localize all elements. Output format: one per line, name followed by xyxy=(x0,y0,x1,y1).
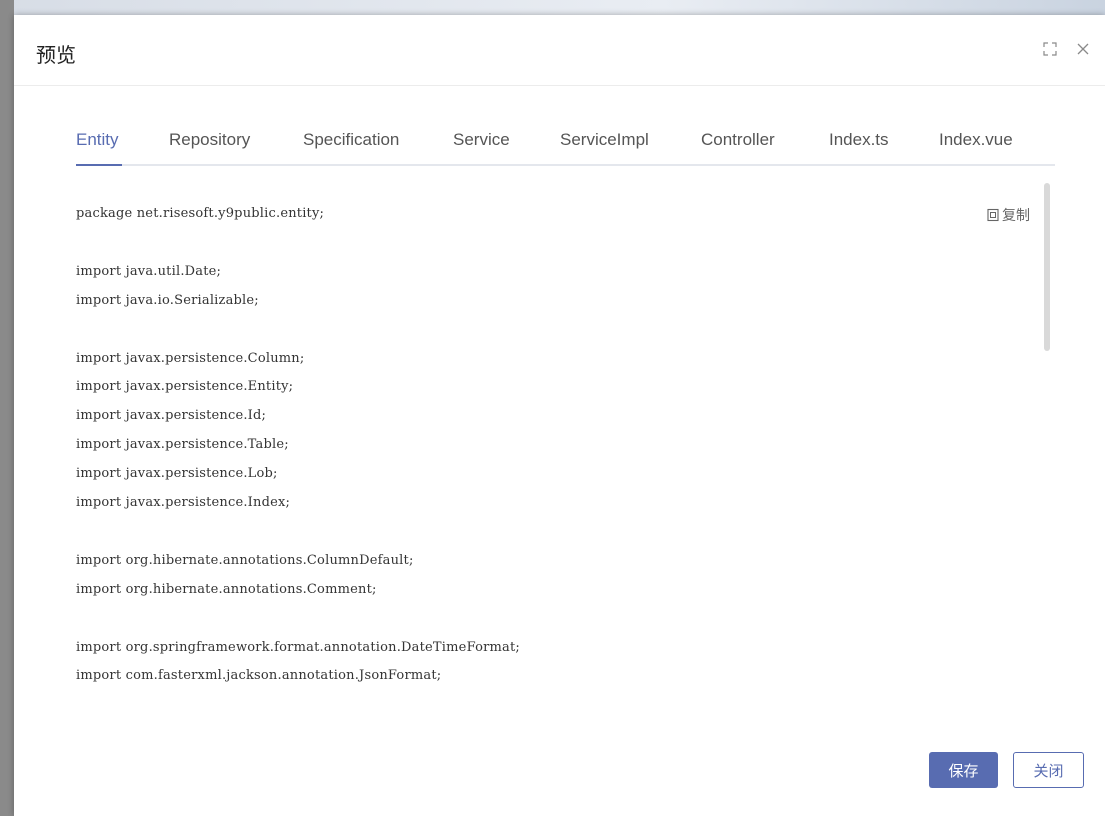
active-tab-indicator xyxy=(76,164,122,166)
code-line: import javax.persistence.Column; xyxy=(76,350,305,366)
close-button[interactable]: 关闭 xyxy=(1013,752,1084,788)
dialog-title: 预览 xyxy=(36,45,76,67)
tab-serviceimpl[interactable]: ServiceImpl xyxy=(560,128,649,164)
close-dialog-button[interactable] xyxy=(1074,40,1092,58)
fullscreen-icon xyxy=(1043,42,1057,56)
code-line: import javax.persistence.Id; xyxy=(76,408,267,424)
tab-specification[interactable]: Specification xyxy=(303,128,399,164)
code-line: import org.hibernate.annotations.ColumnD… xyxy=(76,552,414,568)
tab-index-ts[interactable]: Index.ts xyxy=(829,128,889,164)
save-button[interactable]: 保存 xyxy=(929,752,998,788)
tab-index-vue[interactable]: Index.vue xyxy=(939,128,1013,164)
tab-service[interactable]: Service xyxy=(453,128,510,164)
backdrop-left xyxy=(0,0,14,816)
code-line: import javax.persistence.Table; xyxy=(76,437,289,453)
code-line: import javax.persistence.Entity; xyxy=(76,379,294,395)
close-icon xyxy=(1077,43,1089,55)
dialog-header: 预览 xyxy=(14,15,1105,86)
tab-controller[interactable]: Controller xyxy=(701,128,775,164)
code-line: import com.fasterxml.jackson.annotation.… xyxy=(76,668,442,684)
code-line: import javax.persistence.Index; xyxy=(76,495,291,510)
code-line: import javax.persistence.Lob; xyxy=(76,466,278,482)
tab-repository[interactable]: Repository xyxy=(169,128,250,164)
code-line: import java.io.Serializable; xyxy=(76,292,259,308)
code-preview: package net.risesoft.y9public.entity; imp… xyxy=(76,185,1051,725)
tab-entity[interactable]: Entity xyxy=(76,128,119,164)
fullscreen-button[interactable] xyxy=(1041,40,1059,58)
preview-dialog: 预览 Entity Repository Specification Service S… xyxy=(14,15,1105,816)
code-line: import org.springframework.format.annota… xyxy=(76,639,521,655)
tab-bar: Entity Repository Specification Service Serv… xyxy=(76,128,1055,166)
code-line: package net.risesoft.y9public.entity; xyxy=(76,206,325,221)
code-line: import org.hibernate.annotations.Comment… xyxy=(76,581,377,597)
code-line: import java.util.Date; xyxy=(76,263,222,279)
